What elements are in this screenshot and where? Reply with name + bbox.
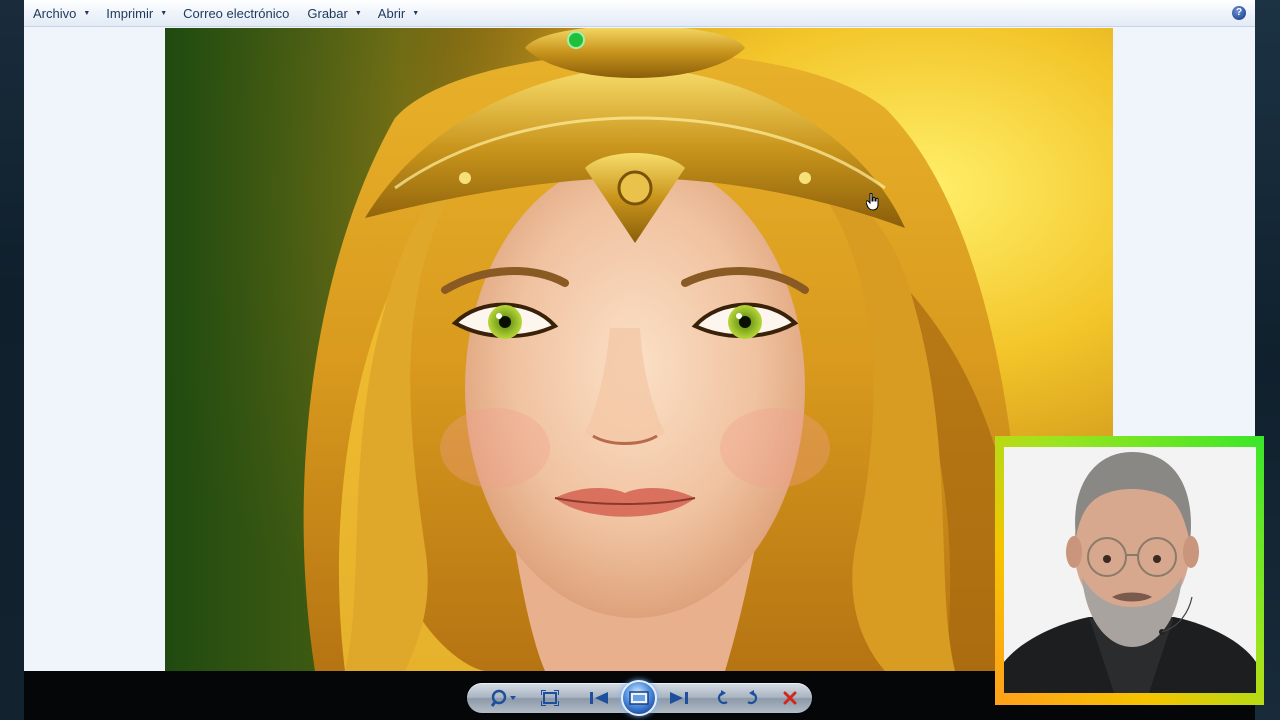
menu-grabar-label: Grabar: [307, 5, 348, 21]
rotate-counterclockwise-icon[interactable]: [712, 688, 734, 708]
dropdown-arrow-icon: ▼: [354, 9, 362, 17]
menu-abrir-label: Abrir: [377, 5, 406, 21]
menu-abrir[interactable]: Abrir ▼: [369, 2, 426, 24]
menu-imprimir-label: Imprimir: [106, 5, 154, 21]
menu-archivo[interactable]: Archivo ▼: [24, 2, 97, 24]
dropdown-arrow-icon: ▼: [160, 9, 168, 17]
dropdown-arrow-icon: ▼: [83, 9, 91, 17]
zoom-icon[interactable]: [489, 688, 519, 708]
menu-grabar[interactable]: Grabar ▼: [298, 2, 368, 24]
menu-archivo-label: Archivo: [33, 5, 77, 21]
fit-to-window-icon[interactable]: [539, 688, 561, 708]
displayed-photo[interactable]: [165, 28, 1113, 671]
slideshow-icon[interactable]: [621, 680, 657, 716]
desktop-background-left: [0, 0, 24, 720]
rotate-clockwise-icon[interactable]: [741, 688, 763, 708]
menu-correo-label: Correo electrónico: [183, 5, 290, 21]
playback-controls: [467, 680, 812, 716]
menu-correo-electronico[interactable]: Correo electrónico: [174, 2, 298, 24]
help-icon[interactable]: ?: [1232, 6, 1246, 20]
hand-cursor-icon: [866, 193, 879, 211]
portrait-illustration: [165, 28, 1113, 671]
previous-icon[interactable]: [585, 688, 613, 708]
presenter-video: [1004, 447, 1256, 693]
webcam-feed: [1004, 447, 1256, 693]
dropdown-arrow-icon: ▼: [412, 9, 420, 17]
delete-icon[interactable]: [779, 688, 801, 708]
next-icon[interactable]: [665, 688, 693, 708]
menu-imprimir[interactable]: Imprimir ▼: [97, 2, 174, 24]
menu-bar: Archivo ▼ Imprimir ▼ Correo electrónico …: [24, 0, 1255, 27]
webcam-overlay: [995, 436, 1264, 705]
